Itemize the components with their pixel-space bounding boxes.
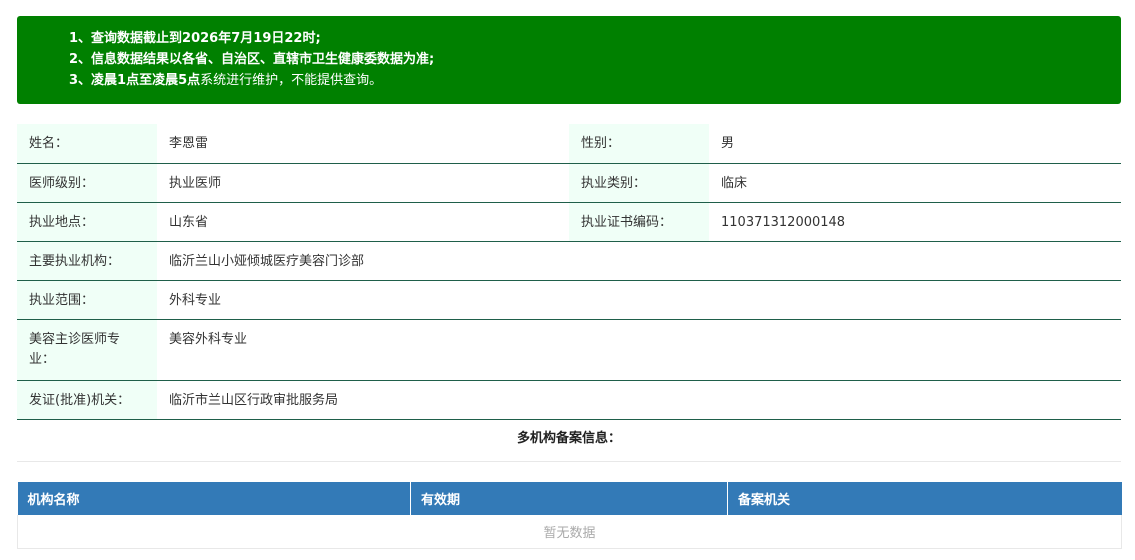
name-value: 李恩雷 bbox=[157, 124, 569, 164]
location-value: 山东省 bbox=[157, 202, 569, 242]
table-row: 暂无数据 bbox=[17, 515, 1122, 549]
notice-line-3-bold: 3、凌晨1点至凌晨5点 bbox=[69, 73, 201, 88]
multi-org-table: 机构名称 有效期 备案机关 暂无数据 bbox=[17, 482, 1122, 549]
empty-data-text: 暂无数据 bbox=[17, 515, 1122, 549]
column-filing-authority[interactable]: 备案机关 bbox=[727, 482, 1122, 515]
org-label: 主要执业机构： bbox=[17, 241, 157, 281]
category-value: 临床 bbox=[709, 163, 1121, 203]
category-label: 执业类别： bbox=[569, 163, 709, 203]
location-label: 执业地点： bbox=[17, 202, 157, 242]
notice-line-3-rest: 系统进行维护，不能提供查询。 bbox=[200, 73, 383, 88]
level-label: 医师级别： bbox=[17, 163, 157, 203]
notice-line-1: 1、查询数据截止到2026年7月19日22时; bbox=[69, 31, 321, 46]
cert-label: 执业证书编码： bbox=[569, 202, 709, 242]
notice-line-3: 3、凌晨1点至凌晨5点系统进行维护，不能提供查询。 bbox=[69, 70, 1121, 91]
info-row-scope: 执业范围： 外科专业 bbox=[17, 280, 1121, 320]
cosmetic-label: 美容主诊医师专业： bbox=[17, 319, 157, 381]
gender-value: 男 bbox=[709, 124, 1121, 164]
notice-line-2: 2、信息数据结果以各省、自治区、直辖市卫生健康委数据为准; bbox=[69, 52, 435, 67]
gender-label: 性别： bbox=[569, 124, 709, 164]
info-row-cosmetic: 美容主诊医师专业： 美容外科专业 bbox=[17, 319, 1121, 381]
column-validity[interactable]: 有效期 bbox=[410, 482, 728, 515]
issuer-value: 临沂市兰山区行政审批服务局 bbox=[157, 380, 1121, 420]
cert-value: 110371312000148 bbox=[709, 202, 1121, 242]
info-row-level: 医师级别： 执业医师 执业类别： 临床 bbox=[17, 163, 1121, 203]
multi-org-header-row: 机构名称 有效期 备案机关 bbox=[17, 482, 1122, 515]
info-row-name: 姓名： 李恩雷 性别： 男 bbox=[17, 124, 1121, 164]
doctor-info-table: 姓名： 李恩雷 性别： 男 医师级别： 执业医师 执业类别： 临床 执业地点： … bbox=[17, 124, 1121, 420]
column-org-name[interactable]: 机构名称 bbox=[17, 482, 411, 515]
info-row-issuer: 发证(批准)机关： 临沂市兰山区行政审批服务局 bbox=[17, 380, 1121, 420]
info-row-org: 主要执业机构： 临沂兰山小娅倾城医疗美容门诊部 bbox=[17, 241, 1121, 281]
info-row-location: 执业地点： 山东省 执业证书编码： 110371312000148 bbox=[17, 202, 1121, 242]
issuer-label: 发证(批准)机关： bbox=[17, 380, 157, 420]
notice-banner: 1、查询数据截止到2026年7月19日22时; 2、信息数据结果以各省、自治区、… bbox=[17, 16, 1121, 104]
org-value: 临沂兰山小娅倾城医疗美容门诊部 bbox=[157, 241, 1121, 281]
multi-org-title: 多机构备案信息： bbox=[17, 419, 1121, 462]
scope-value: 外科专业 bbox=[157, 280, 1121, 320]
name-label: 姓名： bbox=[17, 124, 157, 164]
level-value: 执业医师 bbox=[157, 163, 569, 203]
cosmetic-value: 美容外科专业 bbox=[157, 319, 1121, 381]
scope-label: 执业范围： bbox=[17, 280, 157, 320]
